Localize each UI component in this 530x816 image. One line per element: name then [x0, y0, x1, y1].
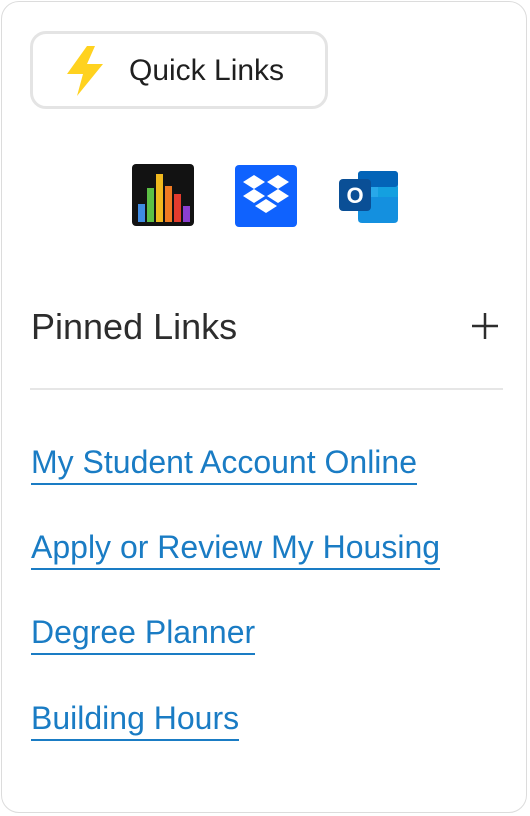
- link-degree-planner[interactable]: Degree Planner: [31, 613, 256, 655]
- plus-icon: [472, 313, 498, 339]
- outlook-app-icon[interactable]: O: [338, 165, 400, 227]
- link-apply-or-review-my-housing[interactable]: Apply or Review My Housing: [31, 528, 441, 570]
- lightning-bolt-icon: [63, 44, 109, 98]
- link-building-hours[interactable]: Building Hours: [31, 699, 240, 741]
- divider: [30, 388, 503, 390]
- dropbox-app-icon[interactable]: [235, 165, 297, 227]
- link-my-student-account-online[interactable]: My Student Account Online: [31, 443, 417, 485]
- add-pinned-link-button[interactable]: [468, 309, 502, 343]
- pinned-links-title: Pinned Links: [31, 306, 238, 347]
- quick-links-button[interactable]: Quick Links: [30, 31, 328, 109]
- quick-links-card: Quick Links O Pinned Links My Student Ac…: [1, 1, 527, 813]
- analytics-chart-app-icon[interactable]: [132, 164, 194, 226]
- quick-links-label: Quick Links: [129, 54, 285, 87]
- svg-text:O: O: [346, 183, 363, 208]
